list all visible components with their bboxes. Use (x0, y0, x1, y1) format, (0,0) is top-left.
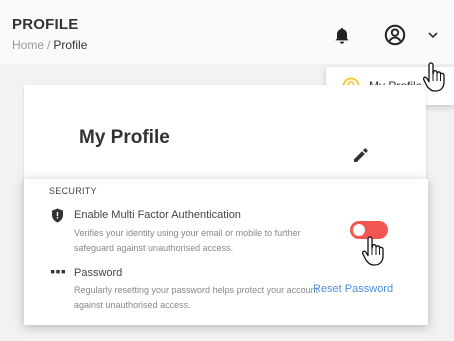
page-title: PROFILE (12, 16, 79, 33)
profile-card: My Profile (24, 85, 426, 185)
hand-pointer-icon (422, 62, 445, 92)
card-heading: My Profile (79, 127, 170, 148)
pencil-icon[interactable] (352, 147, 369, 164)
breadcrumb-current: Profile (53, 38, 88, 52)
section-label: SECURITY (49, 186, 97, 196)
password-description: Regularly resetting your password helps … (74, 285, 319, 310)
reset-password-link[interactable]: Reset Password (313, 283, 393, 295)
breadcrumb-separator: / (47, 38, 51, 52)
toggle-knob (353, 224, 365, 236)
user-circle-icon[interactable] (384, 24, 406, 46)
mfa-description: Verifies your identity using your email … (74, 228, 301, 253)
top-bar: PROFILE Home / Profile (0, 0, 454, 64)
breadcrumb: Home / Profile (12, 38, 87, 52)
password-title: Password (74, 267, 123, 279)
hand-pointer-icon (361, 236, 384, 266)
password-dots-icon (51, 270, 65, 274)
chevron-down-icon[interactable] (427, 31, 439, 39)
mfa-title: Enable Multi Factor Authentication (74, 209, 241, 221)
shield-icon (52, 208, 63, 223)
bell-icon[interactable] (332, 26, 352, 46)
breadcrumb-home[interactable]: Home (12, 38, 44, 52)
